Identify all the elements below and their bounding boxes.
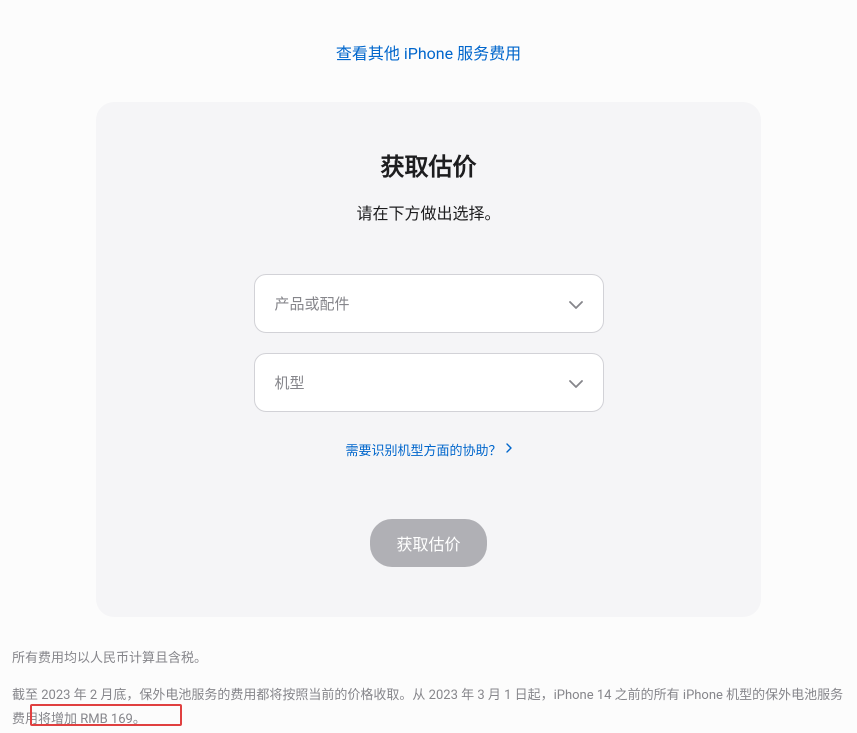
help-link-text: 需要识别机型方面的协助？	[345, 440, 501, 459]
footer-note-2-text: 截至 2023 年 2 月底，保外电池服务的费用都将按照当前的价格收取。从 20…	[12, 688, 843, 728]
footer-note-1: 所有费用均以人民币计算且含税。	[12, 647, 845, 672]
chevron-right-icon	[506, 443, 512, 456]
product-select-placeholder: 产品或配件	[275, 293, 350, 314]
footer-note-2: 截至 2023 年 2 月底，保外电池服务的费用都将按照当前的价格收取。从 20…	[12, 684, 845, 733]
model-select[interactable]: 机型	[254, 353, 604, 412]
product-select[interactable]: 产品或配件	[254, 274, 604, 333]
estimate-card: 获取估价 请在下方做出选择。 产品或配件 机型 需要识别机型方面的协助？ 获取估…	[96, 102, 761, 617]
card-subtitle: 请在下方做出选择。	[136, 200, 721, 224]
top-link[interactable]: 查看其他 iPhone 服务费用	[0, 40, 857, 64]
chevron-down-icon	[569, 294, 583, 313]
help-link[interactable]: 需要识别机型方面的协助？	[345, 440, 511, 459]
chevron-down-icon	[569, 373, 583, 392]
card-title: 获取估价	[136, 147, 721, 182]
submit-button[interactable]: 获取估价	[370, 519, 486, 567]
model-select-placeholder: 机型	[275, 372, 305, 393]
